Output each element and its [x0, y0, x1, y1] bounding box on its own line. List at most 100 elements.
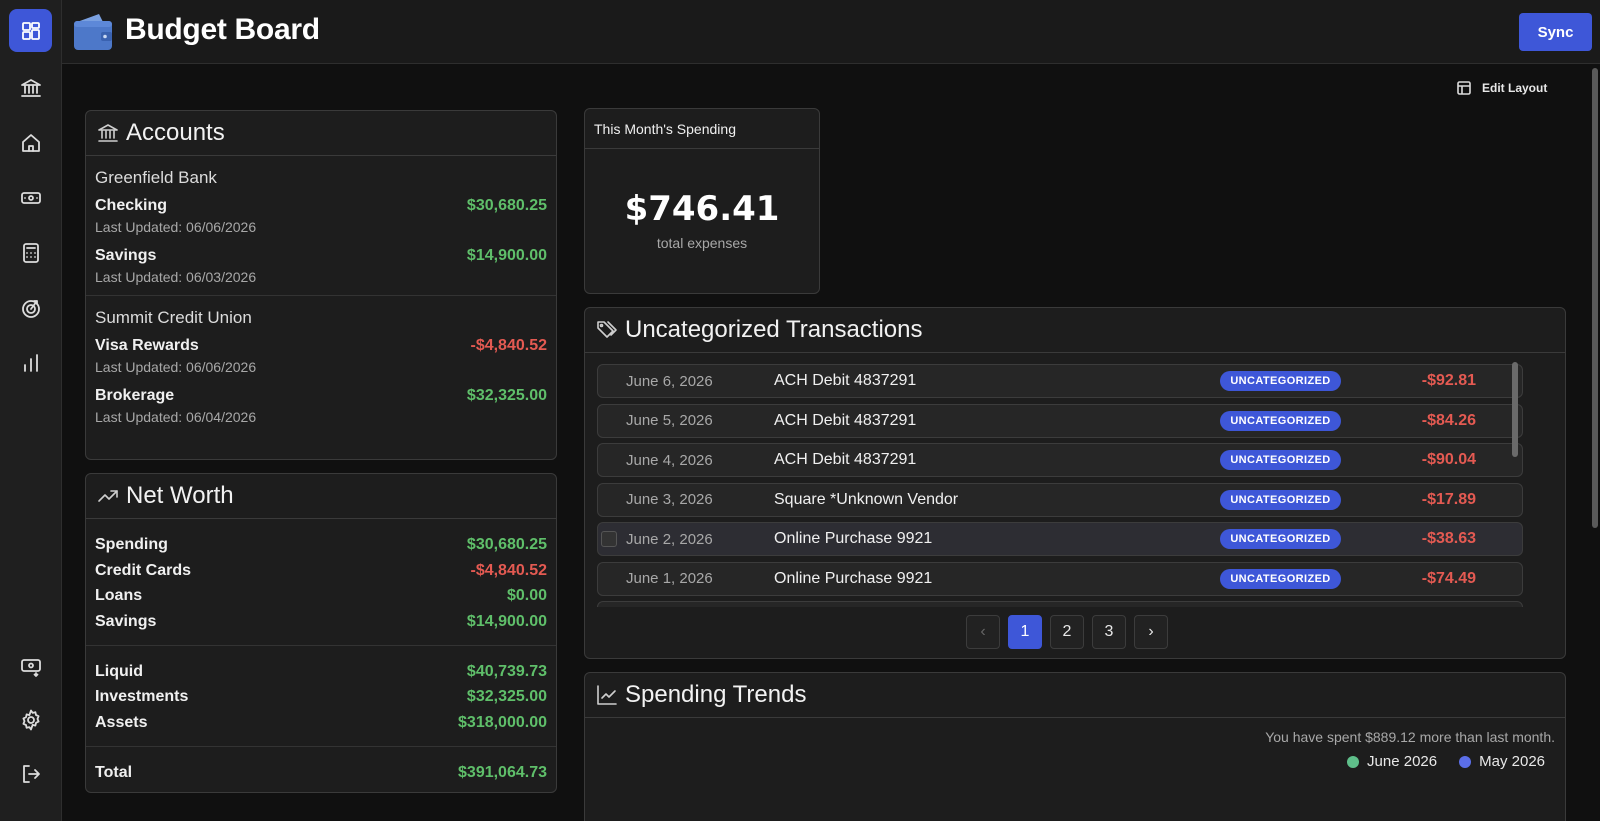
sidebar-item-transactions[interactable] [9, 176, 52, 219]
net-worth-row: Credit Cards -$4,840.52 [95, 558, 547, 584]
monthly-spending-amount: $746.41 [624, 189, 780, 229]
prev-page-button[interactable]: ‹ [966, 615, 1000, 649]
net-worth-label: Spending [95, 535, 168, 553]
legend-item[interactable]: May 2026 [1459, 753, 1545, 770]
net-worth-row: Assets $318,000.00 [95, 710, 547, 736]
transaction-checkbox[interactable] [601, 531, 617, 547]
account-balance: $30,680.25 [466, 197, 547, 214]
sidebar-item-import[interactable] [9, 644, 52, 687]
chevron-left-icon: ‹ [980, 623, 986, 640]
transaction-row[interactable] [597, 601, 1523, 607]
transaction-amount: -$38.63 [1421, 530, 1476, 547]
transaction-date: June 2, 2026 [626, 530, 713, 548]
uncategorized-title: Uncategorized Transactions [625, 316, 923, 343]
account-name: Checking [95, 197, 168, 214]
transaction-list-scrollbar[interactable] [1512, 362, 1518, 457]
chart-legend: June 2026 May 2026 [1347, 753, 1545, 770]
account-item[interactable]: Brokerage $32,325.00 Last Updated: 06/04/… [95, 387, 547, 425]
net-worth-total-row: Total $391,064.73 [95, 760, 547, 786]
money-import-icon [20, 658, 41, 677]
layout-icon [1457, 81, 1471, 95]
accounts-card-header: Accounts [86, 111, 556, 156]
net-worth-section: Spending $30,680.25 Credit Cards -$4,840.5… [86, 519, 556, 646]
category-badge[interactable]: UNCATEGORIZED [1220, 568, 1341, 589]
transaction-row[interactable]: June 1, 2026 Online Purchase 9921 UNCATE… [597, 561, 1523, 596]
account-item[interactable]: Checking $30,680.25 Last Updated: 06/06/2… [95, 197, 547, 235]
transaction-row[interactable]: June 3, 2026 Square *Unknown Vendor UNCA… [597, 482, 1523, 517]
sidebar-item-logout[interactable] [9, 752, 52, 795]
transaction-date: June 5, 2026 [626, 412, 713, 429]
sync-button[interactable]: Sync [1519, 13, 1592, 51]
net-worth-label: Credit Cards [95, 561, 192, 579]
account-item[interactable]: Visa Rewards -$4,840.52 Last Updated: 06/… [95, 337, 547, 375]
net-worth-row: Investments $32,325.00 [95, 684, 547, 710]
net-worth-row: Loans $0.00 [95, 583, 547, 609]
net-worth-section: Liquid $40,739.73 Investments $32,325.00 A… [86, 646, 556, 747]
sidebar-item-budgets[interactable] [9, 231, 52, 274]
net-worth-row: Liquid $40,739.73 [95, 659, 547, 685]
net-worth-label: Savings [95, 612, 157, 630]
legend-label: June 2026 [1367, 753, 1438, 770]
net-worth-value: $40,739.73 [466, 662, 547, 680]
net-worth-label: Total [95, 763, 133, 781]
net-worth-card: Net Worth Spending $30,680.25 Credit Card… [85, 473, 557, 793]
transaction-row[interactable]: June 4, 2026 ACH Debit 4837291 UNCATEGOR… [597, 443, 1523, 477]
category-badge[interactable]: UNCATEGORIZED [1220, 371, 1341, 391]
account-name: Brokerage [95, 387, 175, 404]
transaction-description: Square *Unknown Vendor [774, 490, 959, 508]
category-badge[interactable]: UNCATEGORIZED [1220, 410, 1341, 431]
category-badge[interactable]: UNCATEGORIZED [1220, 529, 1341, 549]
account-balance: $32,325.00 [466, 387, 547, 404]
transaction-amount: -$74.49 [1421, 569, 1476, 587]
logout-icon [22, 764, 40, 783]
page-scrollbar[interactable] [1592, 68, 1598, 528]
transaction-date: June 6, 2026 [626, 372, 713, 390]
page-button[interactable]: 3 [1092, 615, 1126, 649]
wallet-logo-icon [74, 14, 112, 50]
spending-trends-card: Spending Trends You have spent $889.12 m… [584, 672, 1566, 821]
chevron-right-icon: › [1148, 623, 1154, 640]
goal-icon [21, 299, 40, 318]
sidebar-item-accounts[interactable] [9, 66, 52, 109]
account-updated: Last Updated: 06/06/2026 [95, 219, 257, 235]
page-button[interactable]: 1 [1008, 615, 1042, 649]
sidebar-item-goals[interactable] [9, 286, 52, 329]
uncategorized-card-header: Uncategorized Transactions [585, 308, 1565, 353]
account-updated: Last Updated: 06/06/2026 [95, 359, 257, 375]
app-title: Budget Board [125, 13, 320, 46]
transaction-date: June 4, 2026 [626, 451, 713, 469]
transaction-row[interactable]: June 2, 2026 Online Purchase 9921 UNCATE… [597, 522, 1523, 556]
page-button[interactable]: 2 [1050, 615, 1084, 649]
spending-trends-card-header: Spending Trends [585, 673, 1565, 718]
account-name: Visa Rewards [95, 337, 199, 354]
transaction-row[interactable]: June 5, 2026 ACH Debit 4837291 UNCATEGOR… [597, 403, 1523, 438]
sidebar-item-home[interactable] [9, 121, 52, 164]
next-page-button[interactable]: › [1134, 615, 1168, 649]
category-badge[interactable]: UNCATEGORIZED [1220, 450, 1341, 470]
trend-line-preview [1415, 811, 1555, 821]
sidebar-item-trends[interactable] [9, 341, 52, 384]
edit-layout-button[interactable]: Edit Layout [1456, 80, 1547, 96]
legend-label: May 2026 [1479, 753, 1545, 770]
account-group: Greenfield Bank Checking $30,680.25 Last … [86, 156, 556, 296]
bank-icon [20, 78, 41, 97]
pagination: ‹ 1 2 3 › [966, 615, 1168, 649]
account-item[interactable]: Savings $14,900.00 Last Updated: 06/03/20… [95, 247, 547, 285]
net-worth-value: -$4,840.52 [470, 561, 547, 579]
sidebar-item-dashboard[interactable] [9, 9, 52, 52]
net-worth-value: $14,900.00 [466, 612, 547, 630]
net-worth-label: Assets [95, 713, 148, 731]
monthly-spending-card: This Month's Spending $746.41 total expe… [584, 108, 820, 294]
sidebar [0, 0, 62, 821]
edit-layout-label: Edit Layout [1482, 81, 1548, 95]
bank-name: Summit Credit Union [95, 308, 252, 327]
transaction-list: June 6, 2026 ACH Debit 4837291 UNCATEGOR… [597, 364, 1523, 607]
accounts-title: Accounts [126, 119, 225, 146]
transaction-date: June 1, 2026 [626, 570, 713, 587]
legend-item[interactable]: June 2026 [1347, 753, 1437, 770]
home-icon [21, 133, 40, 152]
category-badge[interactable]: UNCATEGORIZED [1220, 489, 1341, 510]
sidebar-item-settings[interactable] [9, 698, 52, 741]
transaction-row[interactable]: June 6, 2026 ACH Debit 4837291 UNCATEGOR… [597, 364, 1523, 398]
trending-up-icon [98, 490, 118, 502]
